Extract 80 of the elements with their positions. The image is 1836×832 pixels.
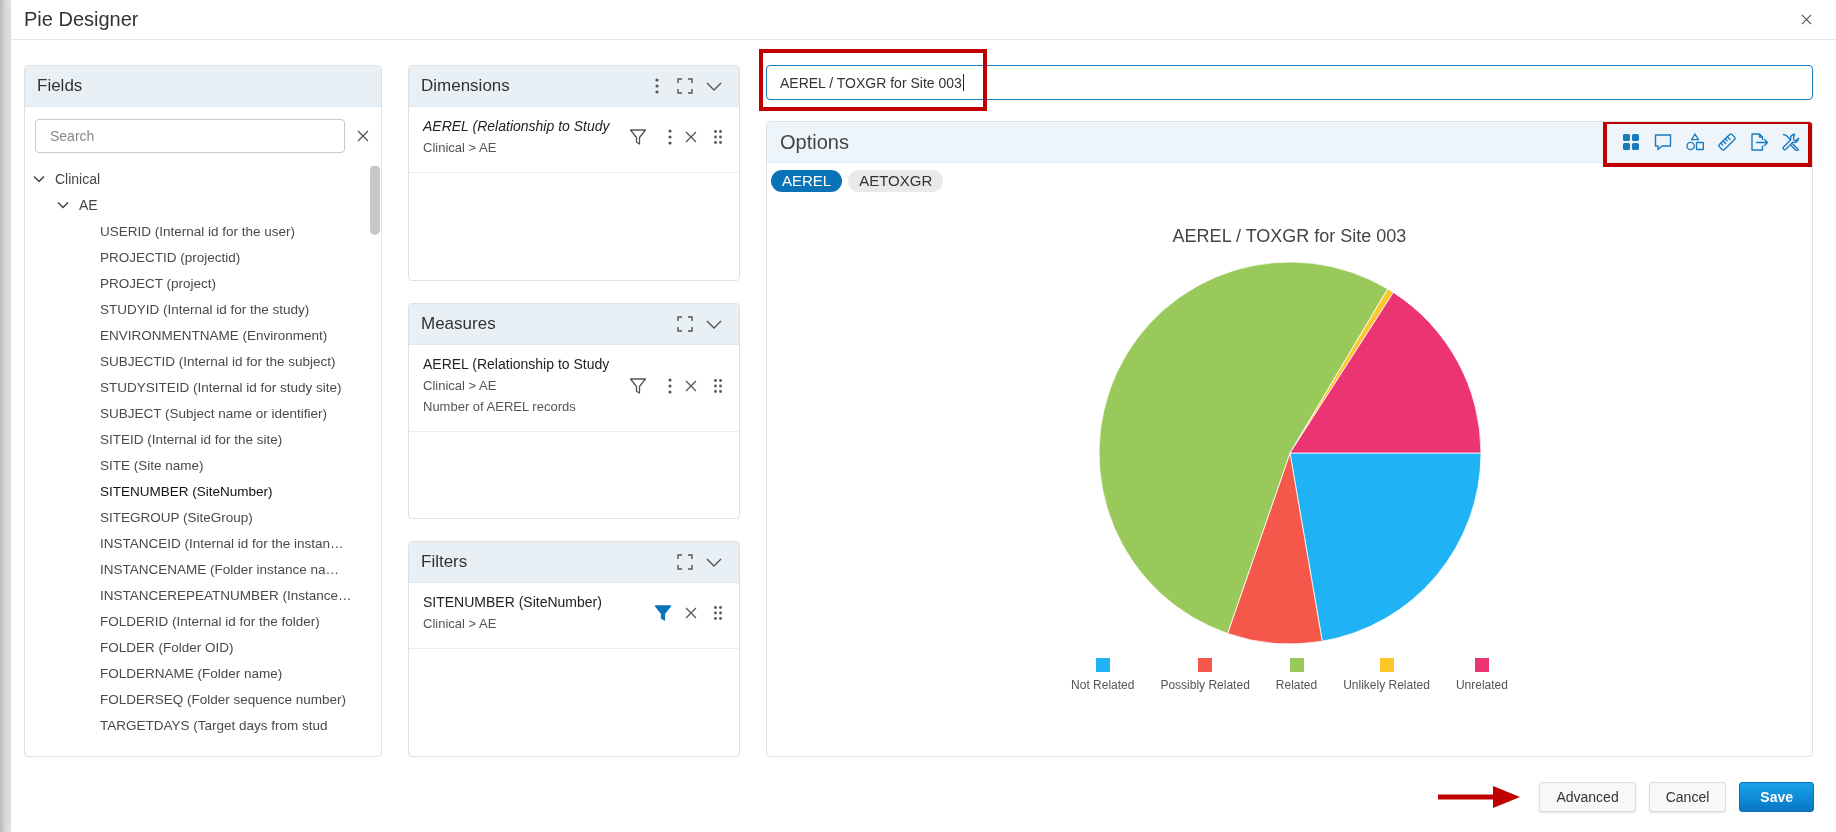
- dialog-title: Pie Designer: [24, 8, 139, 31]
- aggregation-label: Number of AEREL records: [423, 398, 577, 416]
- field-row[interactable]: SITENUMBER (SiteNumber) Clinical > AE: [409, 583, 739, 649]
- drag-handle-icon[interactable]: [714, 378, 722, 393]
- panel-title: Fields: [37, 76, 84, 96]
- chart-title-field[interactable]: AEREL / TOXGR for Site 003: [766, 65, 1813, 100]
- close-icon[interactable]: [357, 130, 369, 142]
- panel-title: Filters: [421, 552, 469, 572]
- tree-item[interactable]: TARGETDAYS (Target days from stud: [100, 717, 328, 733]
- chevron-icon[interactable]: [706, 319, 722, 329]
- close-icon[interactable]: [685, 379, 697, 392]
- tree-item[interactable]: AE: [79, 197, 98, 213]
- more-icon[interactable]: [655, 78, 659, 94]
- tree-item[interactable]: SUBJECTID (Internal id for the subject): [100, 353, 336, 369]
- secondary-button[interactable]: Cancel: [1648, 782, 1727, 812]
- drag-handle-icon[interactable]: [714, 606, 722, 620]
- search-field[interactable]: Search: [35, 119, 345, 153]
- chevron-icon[interactable]: [57, 199, 69, 211]
- legend-label[interactable]: Unlikely Related: [1343, 678, 1430, 692]
- expand-icon[interactable]: [677, 316, 693, 332]
- speech-bubble-icon[interactable]: [1654, 133, 1672, 151]
- secondary-button[interactable]: Advanced: [1539, 782, 1636, 812]
- tree-item[interactable]: SITEGROUP (SiteGroup): [100, 509, 253, 525]
- legend-label[interactable]: Possibly Related: [1160, 678, 1250, 692]
- expand-icon[interactable]: [677, 554, 693, 570]
- chevron-icon[interactable]: [33, 173, 45, 185]
- tree-item[interactable]: PROJECT (project): [100, 275, 217, 291]
- field-name: AEREL (Relationship to Study: [423, 355, 611, 374]
- field-name: AEREL (Relationship to Study: [423, 117, 611, 136]
- tree-item[interactable]: SITEID (Internal id for the site): [100, 431, 283, 447]
- chart-title: AEREL / TOXGR for Site 003: [1172, 225, 1407, 247]
- tree-item[interactable]: Clinical: [55, 171, 101, 187]
- tree-item[interactable]: PROJECTID (projectid): [100, 249, 241, 265]
- grid-icon[interactable]: [1622, 133, 1640, 151]
- field-row[interactable]: AEREL (Relationship to Study Clinical > AE Number of AEREL records: [409, 345, 739, 432]
- series-tab[interactable]: AEREL: [771, 170, 843, 192]
- filter-icon[interactable]: [654, 604, 672, 622]
- more-icon[interactable]: [668, 377, 672, 394]
- ruler-icon[interactable]: [1718, 133, 1736, 151]
- legend-label[interactable]: Unrelated: [1455, 678, 1508, 692]
- filter-icon[interactable]: [629, 376, 647, 395]
- tree-item[interactable]: FOLDERSEQ (Folder sequence number): [100, 691, 347, 707]
- filter-icon[interactable]: [629, 128, 647, 146]
- field-path: Clinical > AE: [423, 377, 498, 395]
- panel-title: Options: [780, 130, 850, 154]
- field-row[interactable]: AEREL (Relationship to Study Clinical > AE: [409, 107, 739, 173]
- export-icon[interactable]: [1750, 133, 1768, 151]
- close-icon[interactable]: [1801, 14, 1812, 25]
- panel-title: Measures: [421, 314, 497, 334]
- primary-button[interactable]: Save: [1739, 782, 1814, 812]
- tree-item[interactable]: USERID (Internal id for the user): [100, 223, 296, 239]
- tree-item[interactable]: INSTANCENAME (Folder instance na…: [100, 561, 340, 577]
- tree-item[interactable]: FOLDERID (Internal id for the folder): [100, 613, 320, 629]
- tree-item[interactable]: STUDYSITEID (Internal id for study site): [100, 379, 342, 395]
- panel-title: Dimensions: [421, 76, 511, 96]
- tree-item[interactable]: SUBJECT (Subject name or identifier): [100, 405, 328, 421]
- tree-item[interactable]: FOLDER (Folder OID): [100, 639, 234, 655]
- close-icon[interactable]: [685, 131, 697, 143]
- close-icon[interactable]: [685, 607, 697, 619]
- tree-item[interactable]: SITENUMBER (SiteNumber): [100, 483, 273, 499]
- legend-label[interactable]: Related: [1275, 678, 1318, 692]
- field-path: Clinical > AE: [423, 615, 498, 633]
- tree-item[interactable]: SITE (Site name): [100, 457, 204, 473]
- tree-item[interactable]: INSTANCEREPEATNUMBER (Instance…: [100, 587, 352, 603]
- expand-icon[interactable]: [677, 78, 693, 94]
- chevron-icon[interactable]: [706, 81, 722, 91]
- series-tab[interactable]: AETOXGR: [848, 170, 944, 192]
- tools-icon[interactable]: [1782, 133, 1800, 151]
- tree-item[interactable]: INSTANCEID (Internal id for the instan…: [100, 535, 344, 551]
- field-path: Clinical > AE: [423, 139, 498, 157]
- field-name: SITENUMBER (SiteNumber): [423, 593, 603, 612]
- tree-item[interactable]: ENVIRONMENTNAME (Environment): [100, 327, 328, 343]
- legend-label[interactable]: Not Related: [1071, 678, 1135, 692]
- scrollbar-thumb[interactable]: [370, 166, 380, 235]
- drag-handle-icon[interactable]: [714, 130, 722, 144]
- more-icon[interactable]: [668, 129, 672, 145]
- tree-item[interactable]: STUDYID (Internal id for the study): [100, 301, 310, 317]
- chevron-icon[interactable]: [706, 557, 722, 567]
- shapes-icon[interactable]: [1686, 133, 1704, 151]
- tree-item[interactable]: FOLDERNAME (Folder name): [100, 665, 283, 681]
